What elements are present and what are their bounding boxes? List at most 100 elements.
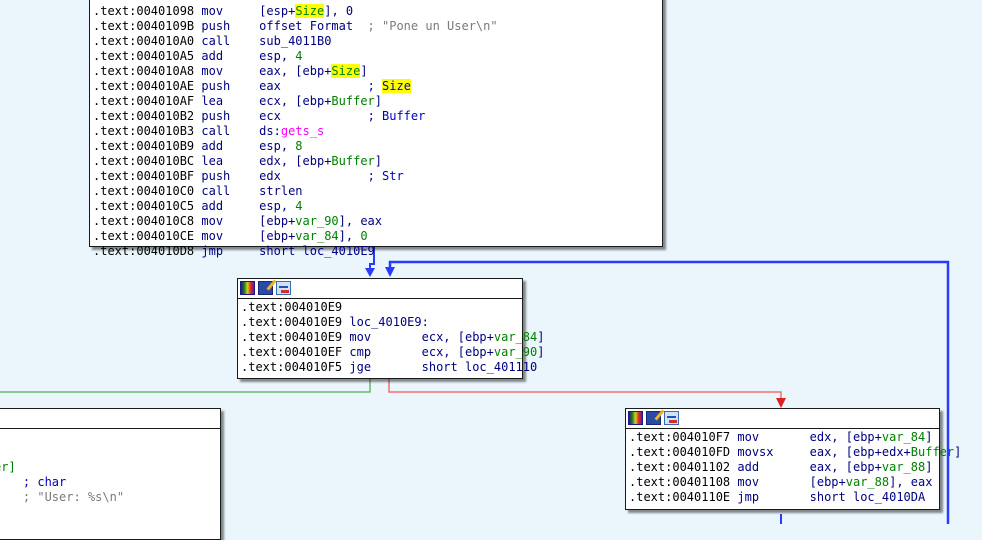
- edit-block-icon[interactable]: [646, 411, 661, 425]
- operand: ]: [537, 345, 545, 359]
- code-line[interactable]: .text:004010B9 add esp, 8: [93, 139, 659, 154]
- code-block-top[interactable]: .text:00401098 mov [esp+Size], 0 .text:0…: [89, 0, 663, 258]
- code-line[interactable]: .text:00401102 add eax, [ebp+var_88]: [629, 460, 936, 475]
- mnemonic: call: [201, 184, 260, 198]
- code-line[interactable]: .text:004010E9 mov ecx, [ebp+var_84]: [241, 330, 544, 345]
- mnemonic: mov: [737, 430, 810, 444]
- code-line[interactable]: .text:004010B2 push ecx ; Buffer: [93, 109, 659, 124]
- graph-overview-icon[interactable]: [664, 411, 679, 425]
- mnemonic: movsx: [737, 445, 810, 459]
- code-line[interactable]: .text:0040109B push offset Format ; "Pon…: [93, 19, 659, 34]
- operand: edx, [ebp+: [809, 430, 882, 444]
- code-line: er]: [0, 460, 16, 474]
- comment-variable: Size: [382, 79, 411, 93]
- address: .text:004010BF: [93, 169, 202, 183]
- operand: esp,: [259, 49, 296, 63]
- operand: ecx, [ebp+: [259, 94, 332, 108]
- color-palette-icon[interactable]: [628, 411, 643, 425]
- operand: ]: [374, 154, 383, 168]
- operand: esp,: [259, 139, 296, 153]
- code-line[interactable]: .text:00401108 mov [ebp+var_88], eax: [629, 475, 936, 490]
- variable-ref: Buffer: [331, 154, 375, 168]
- mnemonic: mov: [201, 64, 260, 78]
- operand: strlen: [259, 184, 303, 198]
- mnemonic: mov: [737, 475, 810, 489]
- mnemonic: jge: [349, 360, 422, 374]
- address: .text:00401102: [629, 460, 738, 474]
- variable-ref: var_88: [845, 475, 890, 489]
- code-line[interactable]: .text:004010C5 add esp, 4: [93, 199, 659, 214]
- operand: ]: [954, 445, 962, 459]
- code-line[interactable]: .text:004010AF lea ecx, [ebp+Buffer]: [93, 94, 659, 109]
- address: .text:004010E9: [241, 300, 350, 314]
- variable-ref: Buffer: [910, 445, 955, 459]
- mnemonic: jmp: [737, 490, 810, 504]
- code-line[interactable]: .text:004010C0 call strlen: [93, 184, 659, 199]
- code-line[interactable]: .text:004010CE mov [ebp+var_84], 0: [93, 229, 659, 244]
- code-line[interactable]: .text:004010A5 add esp, 4: [93, 49, 659, 64]
- operand: offset Format: [259, 19, 354, 33]
- variable-ref: Size: [331, 64, 361, 78]
- operand: short loc_4010DA: [809, 490, 926, 504]
- code-line[interactable]: .text:004010E9: [241, 300, 519, 315]
- code-line[interactable]: .text:004010B3 call ds:gets_s: [93, 124, 659, 139]
- address: .text:004010C8: [93, 214, 202, 228]
- address: .text:004010E9: [241, 330, 350, 344]
- code-line[interactable]: .text:004010E9 loc_4010E9:: [241, 315, 519, 330]
- graph-overview-icon[interactable]: [276, 281, 291, 295]
- code-block-exit[interactable]: er] ; char ; "User: %s\n": [0, 408, 221, 540]
- address: .text:004010C5: [93, 199, 202, 213]
- address: .text:00401108: [629, 475, 738, 489]
- code-line[interactable]: .text:004010A0 call sub_4011B0: [93, 34, 659, 49]
- variable-ref: var_90: [295, 214, 339, 228]
- mnemonic: mov: [349, 330, 422, 344]
- variable-ref: var_84: [493, 330, 538, 344]
- address: .text:004010B3: [93, 124, 202, 138]
- variable-ref: var_88: [881, 460, 926, 474]
- mnemonic: lea: [201, 154, 260, 168]
- operand: ]: [537, 330, 545, 344]
- address: .text:004010A8: [93, 64, 202, 78]
- color-palette-icon[interactable]: [240, 281, 255, 295]
- code-line[interactable]: .text:004010FD movsx eax, [ebp+edx+Buffe…: [629, 445, 961, 460]
- code-line[interactable]: .text:004010BC lea edx, [ebp+Buffer]: [93, 154, 659, 169]
- code-block-loop-body[interactable]: .text:004010F7 mov edx, [ebp+var_84] .tex…: [625, 408, 961, 510]
- code-line-partial: .text:00401098 mov [esp+Size], 0: [93, 4, 354, 18]
- operand: eax, [ebp+: [259, 64, 332, 78]
- address: .text:004010D8: [93, 244, 202, 258]
- code-line[interactable]: .text:004010BF push edx ; Str: [93, 169, 659, 184]
- edit-block-icon[interactable]: [258, 281, 273, 295]
- immediate: 0: [360, 229, 368, 243]
- code-line[interactable]: .text:004010C8 mov [ebp+var_90], eax: [93, 214, 659, 229]
- operand: [ebp+: [259, 229, 296, 243]
- code-line[interactable]: .text:004010D8 jmp short loc_4010E9: [93, 244, 659, 259]
- label: loc_4010E9:: [349, 315, 429, 329]
- operand: eax, [ebp+: [809, 460, 882, 474]
- address: .text:004010A0: [93, 34, 202, 48]
- address: .text:0040110E: [629, 490, 738, 504]
- operand: short loc_401110: [421, 360, 538, 374]
- mnemonic: call: [201, 34, 260, 48]
- code-line[interactable]: .text:0040110E jmp short loc_4010DA: [629, 490, 936, 505]
- code-line[interactable]: .text:004010AE push eax ; Size: [93, 79, 659, 94]
- operand: sub_4011B0: [259, 34, 332, 48]
- code-line[interactable]: .text:004010A8 mov eax, [ebp+Size]: [93, 64, 659, 79]
- mnemonic: mov: [201, 229, 260, 243]
- mnemonic: call: [201, 124, 260, 138]
- code-block-loop-check[interactable]: .text:004010E9 .text:004010E9 loc_4010E9…: [237, 278, 544, 379]
- address: .text:004010EF: [241, 345, 350, 359]
- operand: ds:: [259, 124, 281, 138]
- code-line[interactable]: .text:004010F7 mov edx, [ebp+var_84]: [629, 430, 936, 445]
- immediate: 4: [295, 199, 303, 213]
- code-line[interactable]: .text:004010F5 jge short loc_401110: [241, 360, 537, 375]
- operand: esp,: [259, 199, 296, 213]
- address: .text:004010B2: [93, 109, 202, 123]
- address: .text:0040109B: [93, 19, 202, 33]
- operand: eax: [259, 79, 281, 93]
- edge-arrowhead: [365, 268, 375, 277]
- operand: eax, [ebp+edx+: [809, 445, 911, 459]
- code-line[interactable]: .text:004010EF cmp ecx, [ebp+var_90]: [241, 345, 544, 360]
- address: .text:004010AE: [93, 79, 202, 93]
- mnemonic: cmp: [349, 345, 422, 359]
- edge-true-branch: [0, 378, 371, 393]
